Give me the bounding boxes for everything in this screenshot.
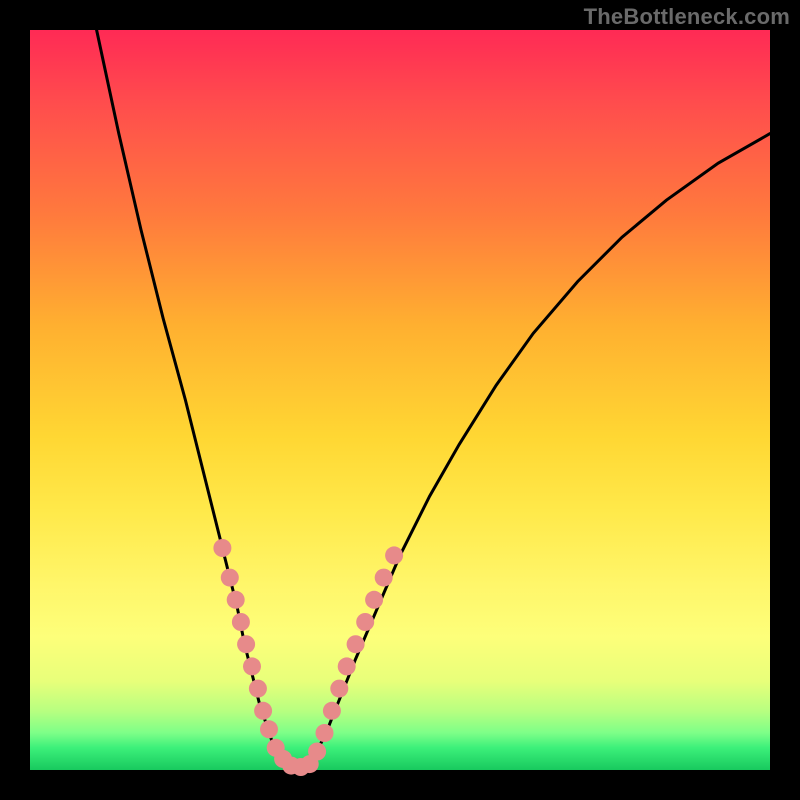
marker-dot bbox=[375, 569, 393, 587]
marker-dot bbox=[260, 720, 278, 738]
marker-dot bbox=[330, 680, 348, 698]
marker-dot bbox=[237, 635, 255, 653]
chart-svg bbox=[30, 30, 770, 770]
marker-dot bbox=[356, 613, 374, 631]
curve-left bbox=[97, 30, 282, 763]
marker-dot bbox=[221, 569, 239, 587]
marker-dot bbox=[385, 546, 403, 564]
marker-dot bbox=[316, 724, 334, 742]
marker-dot bbox=[365, 591, 383, 609]
marker-dot bbox=[338, 657, 356, 675]
marker-dot bbox=[308, 743, 326, 761]
curve-right bbox=[311, 134, 770, 763]
marker-dot bbox=[227, 591, 245, 609]
marker-dot bbox=[243, 657, 261, 675]
marker-dot bbox=[323, 702, 341, 720]
watermark-text: TheBottleneck.com bbox=[584, 4, 790, 30]
marker-dot bbox=[249, 680, 267, 698]
marker-dot bbox=[213, 539, 231, 557]
plot-area bbox=[30, 30, 770, 770]
marker-dot bbox=[347, 635, 365, 653]
marker-dot bbox=[232, 613, 250, 631]
marker-group bbox=[213, 539, 403, 776]
marker-dot bbox=[254, 702, 272, 720]
chart-frame: TheBottleneck.com bbox=[0, 0, 800, 800]
